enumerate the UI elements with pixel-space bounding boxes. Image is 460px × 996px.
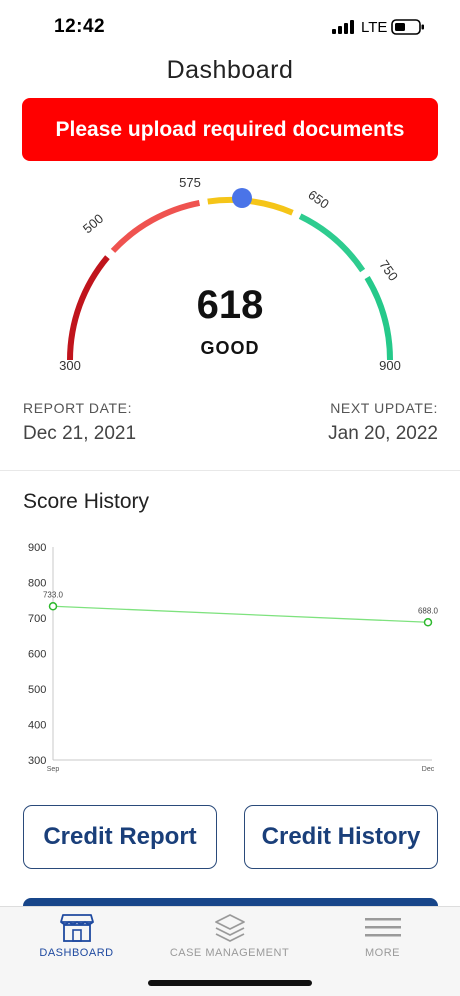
upload-documents-alert[interactable]: Please upload required documents	[22, 98, 438, 161]
report-date-label: REPORT DATE:	[23, 400, 133, 416]
data-label: 733.0	[43, 590, 64, 599]
gauge-segment-4	[298, 213, 366, 273]
credit-history-label: Credit History	[261, 823, 421, 850]
store-icon	[59, 914, 94, 942]
next-update-label: NEXT UPDATE:	[330, 400, 438, 416]
data-point	[48, 602, 58, 611]
section-divider	[0, 470, 460, 471]
x-tick-label: Sep	[47, 766, 60, 773]
y-tick-label: 900	[28, 542, 46, 554]
battery-icon	[391, 19, 424, 35]
home-indicator	[148, 980, 312, 986]
menu-icon	[364, 918, 401, 937]
network-type: LTE	[361, 19, 388, 36]
gauge-segment-2	[110, 199, 201, 253]
gauge-indicator-dot	[232, 188, 252, 208]
tab-case-management-label: CASE MANAGEMENT	[169, 947, 290, 959]
layers-icon	[214, 914, 245, 942]
data-label: 688.0	[418, 606, 439, 615]
credit-score-value: 618	[196, 283, 264, 327]
cellular-signal-icon	[332, 20, 354, 34]
tab-dashboard[interactable]: DASHBOARD	[0, 907, 153, 977]
status-time: 12:42	[54, 16, 106, 37]
tab-more[interactable]: MORE	[306, 907, 459, 977]
y-tick-label: 300	[28, 755, 46, 767]
report-date-value: Dec 21, 2021	[23, 423, 137, 444]
y-tick-label: 800	[28, 578, 46, 590]
gauge-tick-650: 650	[305, 187, 331, 212]
gauge-tick-500: 500	[80, 211, 106, 236]
score-history-chart: 300 400 500 600 700 800 900 Sep Dec 733.0 688.0	[28, 542, 439, 773]
credit-report-label: Credit Report	[43, 823, 197, 850]
tab-case-management[interactable]: CASE MANAGEMENT	[153, 907, 306, 977]
next-update-value: Jan 20, 2022	[328, 423, 438, 444]
x-tick-label: Dec	[422, 766, 435, 773]
gauge-tick-750: 750	[376, 257, 401, 283]
credit-history-button[interactable]: Credit History	[244, 805, 438, 869]
data-point	[423, 618, 433, 627]
credit-score-rating: GOOD	[200, 338, 260, 358]
status-bar: 12:42 LTE	[0, 0, 460, 54]
y-tick-label: 500	[28, 684, 46, 696]
series-line	[52, 605, 429, 623]
gauge-tick-575: 575	[179, 175, 201, 190]
gauge-tick-300: 300	[59, 358, 81, 373]
tab-dashboard-label: DASHBOARD	[39, 947, 114, 959]
y-tick-label: 400	[28, 720, 46, 732]
tab-more-label: MORE	[365, 947, 400, 959]
y-tick-label: 600	[28, 649, 46, 661]
credit-report-button[interactable]: Credit Report	[23, 805, 217, 869]
gauge-tick-900: 900	[379, 358, 401, 373]
alert-text: Please upload required documents	[55, 117, 405, 141]
y-tick-label: 700	[28, 613, 46, 625]
page-title: Dashboard	[166, 56, 294, 84]
score-history-title: Score History	[23, 490, 150, 513]
